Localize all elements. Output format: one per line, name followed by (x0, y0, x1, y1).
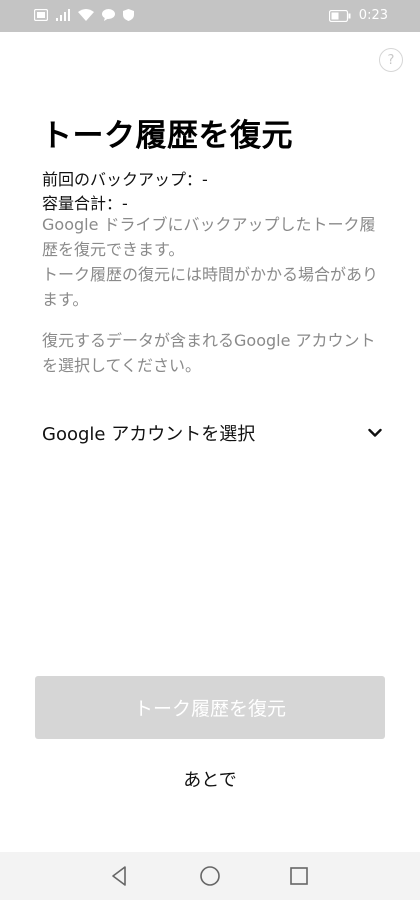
signal-icon (56, 9, 70, 21)
description-drive: Google ドライブにバックアップしたトーク履歴を復元できます。 (42, 215, 376, 259)
status-time: 0:23 (358, 8, 388, 23)
restore-chat-history-screen: 0:23 ? トーク履歴を復元 前回のバックアップ：- 容量合計：- Googl… (0, 0, 420, 900)
battery-icon (328, 9, 351, 22)
google-account-selector[interactable]: Google アカウントを選択 (42, 418, 382, 448)
system-navigation-bar (0, 852, 420, 900)
description-select-account: 復元するデータが含まれるGoogle アカウントを選択してください。 (42, 331, 376, 375)
wifi-icon (78, 9, 94, 21)
chevron-down-icon (368, 428, 382, 437)
shield-icon (123, 9, 134, 21)
status-right: 0:23 (328, 8, 388, 23)
home-circle-icon[interactable] (198, 864, 222, 888)
page-title: トーク履歴を復元 (41, 118, 293, 154)
help-button[interactable]: ? (379, 48, 403, 72)
recents-square-icon[interactable] (287, 864, 311, 888)
last-backup-text: 前回のバックアップ：- (42, 170, 208, 189)
description-time-warning: トーク履歴の復元には時間がかかる場合があります。 (42, 265, 379, 309)
chat-bubble-icon (102, 9, 115, 21)
status-left-icons (34, 9, 134, 21)
sim-icon (34, 9, 48, 21)
total-size-text: 容量合計：- (42, 194, 128, 213)
back-triangle-icon[interactable] (108, 864, 132, 888)
later-button[interactable]: あとで (0, 766, 420, 792)
status-bar: 0:23 (0, 0, 420, 32)
restore-history-button[interactable]: トーク履歴を復元 (35, 676, 385, 739)
account-selector-label: Google アカウントを選択 (42, 424, 256, 445)
